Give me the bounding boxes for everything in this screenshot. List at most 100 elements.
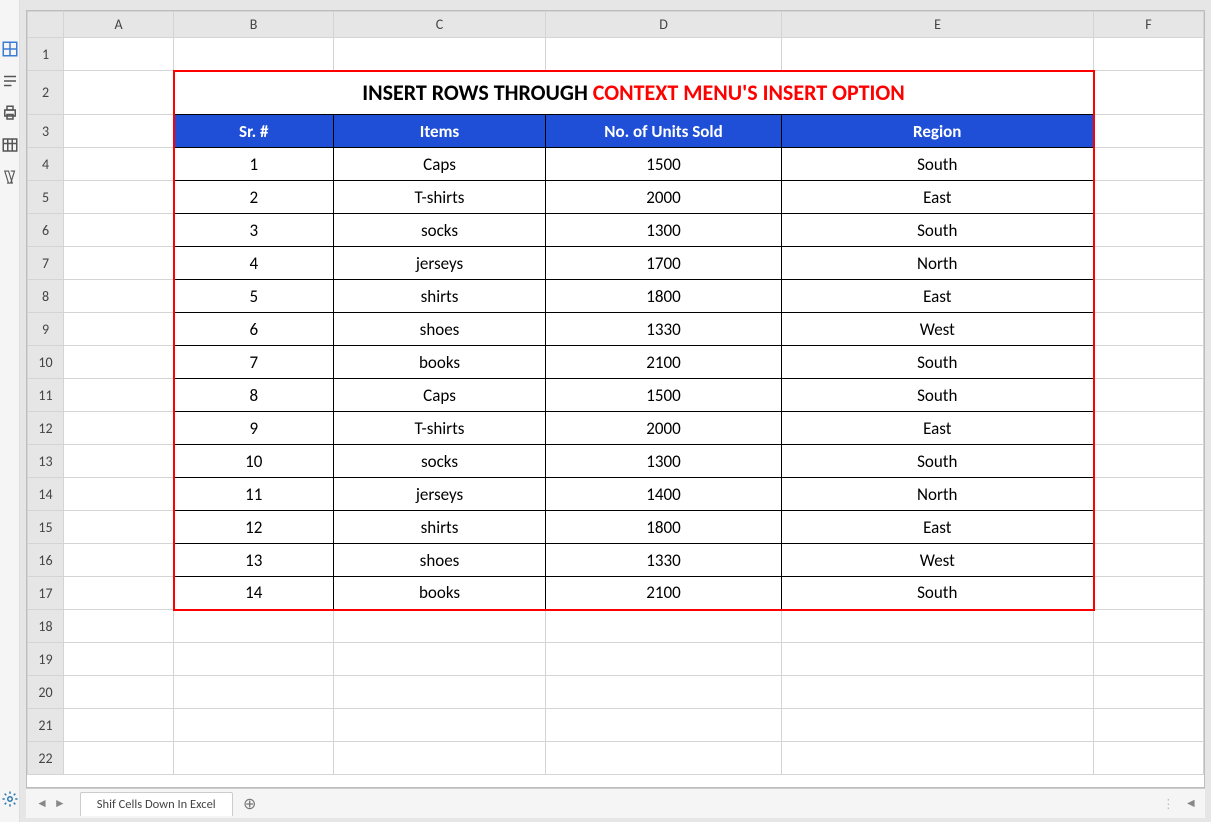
add-sheet-button[interactable]: ⊕ — [239, 793, 261, 815]
tab-prev-icon[interactable]: ◄ — [34, 796, 50, 811]
cell-units[interactable]: 2000 — [546, 412, 782, 445]
row-header[interactable]: 10 — [28, 346, 64, 379]
cell-region[interactable]: West — [782, 544, 1094, 577]
cell-item[interactable]: socks — [334, 445, 546, 478]
cell-item[interactable]: Caps — [334, 379, 546, 412]
cell-units[interactable]: 1500 — [546, 148, 782, 181]
cell[interactable] — [334, 676, 546, 709]
cell-units[interactable]: 1330 — [546, 544, 782, 577]
cell-region[interactable]: South — [782, 346, 1094, 379]
cell-item[interactable]: shirts — [334, 280, 546, 313]
tab-next-icon[interactable]: ► — [52, 796, 68, 811]
cell[interactable] — [334, 709, 546, 742]
cell[interactable] — [64, 577, 174, 610]
row-header[interactable]: 2 — [28, 71, 64, 115]
cell[interactable] — [546, 610, 782, 643]
cell-units[interactable]: 1500 — [546, 379, 782, 412]
cell-sr[interactable]: 12 — [174, 511, 334, 544]
cell[interactable] — [1094, 115, 1204, 148]
cell-units[interactable]: 2100 — [546, 346, 782, 379]
cell-region[interactable]: East — [782, 280, 1094, 313]
cell-region[interactable]: South — [782, 214, 1094, 247]
cell[interactable] — [782, 742, 1094, 775]
cell[interactable] — [174, 709, 334, 742]
cell[interactable] — [64, 247, 174, 280]
cell[interactable] — [174, 643, 334, 676]
cell[interactable] — [1094, 379, 1204, 412]
cell-region[interactable]: South — [782, 445, 1094, 478]
column-header-row[interactable]: A B C D E F — [28, 12, 1204, 38]
row-header[interactable]: 7 — [28, 247, 64, 280]
grid-row[interactable]: 85shirts1800East — [28, 280, 1204, 313]
row-header[interactable]: 6 — [28, 214, 64, 247]
grid-row[interactable]: 1310socks1300South — [28, 445, 1204, 478]
cell[interactable] — [64, 181, 174, 214]
header-sr[interactable]: Sr. # — [174, 115, 334, 148]
row-header[interactable]: 8 — [28, 280, 64, 313]
grid-row[interactable]: 1 — [28, 38, 1204, 71]
grid-row[interactable]: 22 — [28, 742, 1204, 775]
cell[interactable] — [64, 676, 174, 709]
cell-sr[interactable]: 6 — [174, 313, 334, 346]
row-header[interactable]: 1 — [28, 38, 64, 71]
cell-item[interactable]: books — [334, 346, 546, 379]
cell[interactable] — [174, 742, 334, 775]
cell[interactable] — [546, 676, 782, 709]
header-units[interactable]: No. of Units Sold — [546, 115, 782, 148]
cell[interactable] — [1094, 214, 1204, 247]
grid-row[interactable]: 2INSERT ROWS THROUGH CONTEXT MENU'S INSE… — [28, 71, 1204, 115]
format-cells-icon[interactable] — [1, 40, 19, 58]
grid-row[interactable]: 1714books2100South — [28, 577, 1204, 610]
cell-sr[interactable]: 10 — [174, 445, 334, 478]
grid-row[interactable]: 96shoes1330West — [28, 313, 1204, 346]
cell-units[interactable]: 1330 — [546, 313, 782, 346]
header-items[interactable]: Items — [334, 115, 546, 148]
grid-row[interactable]: 1512shirts1800East — [28, 511, 1204, 544]
cell[interactable] — [1094, 610, 1204, 643]
cell-item[interactable]: shoes — [334, 313, 546, 346]
cell-units[interactable]: 1700 — [546, 247, 782, 280]
col-header-E[interactable]: E — [782, 12, 1094, 38]
cell-region[interactable]: East — [782, 412, 1094, 445]
cell[interactable] — [782, 610, 1094, 643]
cell[interactable] — [174, 610, 334, 643]
col-header-F[interactable]: F — [1094, 12, 1204, 38]
find-icon[interactable] — [1, 168, 19, 186]
cell[interactable] — [64, 280, 174, 313]
cell[interactable] — [64, 544, 174, 577]
cell[interactable] — [334, 38, 546, 71]
cell[interactable] — [1094, 709, 1204, 742]
row-header[interactable]: 16 — [28, 544, 64, 577]
grid-row[interactable]: 3Sr. #ItemsNo. of Units SoldRegion — [28, 115, 1204, 148]
cell-region[interactable]: North — [782, 247, 1094, 280]
row-header[interactable]: 5 — [28, 181, 64, 214]
grid-row[interactable]: 19 — [28, 643, 1204, 676]
cell[interactable] — [64, 412, 174, 445]
hscroll-left-icon[interactable]: ◄ — [1185, 796, 1197, 811]
cell-item[interactable]: jerseys — [334, 247, 546, 280]
cell-sr[interactable]: 8 — [174, 379, 334, 412]
cell-item[interactable]: books — [334, 577, 546, 610]
cell[interactable] — [546, 643, 782, 676]
tab-menu-icon[interactable]: ⋮ — [1162, 796, 1175, 812]
cell[interactable] — [1094, 577, 1204, 610]
cell[interactable] — [1094, 148, 1204, 181]
cell[interactable] — [1094, 412, 1204, 445]
table-icon[interactable] — [1, 136, 19, 154]
grid-row[interactable]: 52T-shirts2000East — [28, 181, 1204, 214]
cell[interactable] — [1094, 742, 1204, 775]
cell-region[interactable]: West — [782, 313, 1094, 346]
cell[interactable] — [1094, 643, 1204, 676]
grid-row[interactable]: 118Caps1500South — [28, 379, 1204, 412]
cell-region[interactable]: South — [782, 577, 1094, 610]
cell[interactable] — [64, 445, 174, 478]
col-header-A[interactable]: A — [64, 12, 174, 38]
cell-sr[interactable]: 13 — [174, 544, 334, 577]
settings-icon[interactable] — [1, 790, 19, 808]
cell[interactable] — [1094, 346, 1204, 379]
grid-row[interactable]: 1411jerseys1400North — [28, 478, 1204, 511]
row-header[interactable]: 15 — [28, 511, 64, 544]
grid-row[interactable]: 18 — [28, 610, 1204, 643]
cell-sr[interactable]: 11 — [174, 478, 334, 511]
cell-units[interactable]: 1400 — [546, 478, 782, 511]
